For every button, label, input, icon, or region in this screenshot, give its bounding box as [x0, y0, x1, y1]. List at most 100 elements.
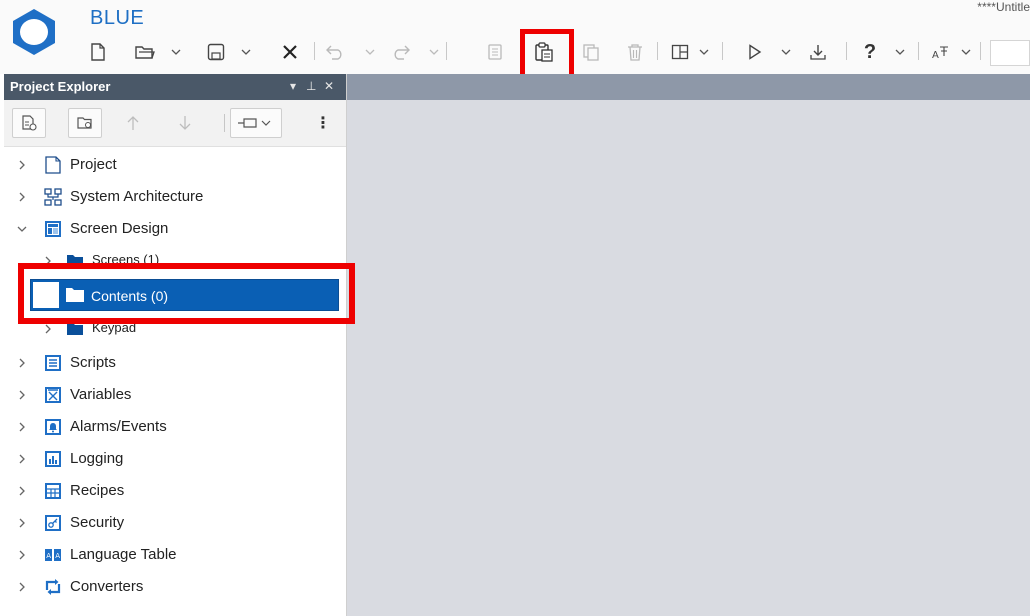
pin-icon[interactable]: ⊥ [306, 79, 316, 93]
open-button[interactable] [134, 38, 156, 66]
help-dropdown-icon[interactable] [894, 46, 906, 58]
tree-item-label: Recipes [70, 482, 125, 499]
delete-button[interactable] [626, 38, 644, 66]
panel-close-icon[interactable]: ✕ [324, 79, 334, 93]
copy-button[interactable] [486, 38, 504, 66]
chevron-right-icon[interactable] [16, 453, 28, 465]
separator [980, 42, 981, 60]
chevron-down-icon[interactable] [16, 223, 28, 235]
recipes-icon [45, 483, 61, 499]
layout-button[interactable] [670, 38, 690, 66]
tree-item-logging[interactable]: Logging [4, 444, 346, 474]
chevron-right-icon[interactable] [16, 357, 28, 369]
chevron-right-icon[interactable] [16, 421, 28, 433]
tree-item-converters[interactable]: Converters [4, 572, 346, 602]
scripts-icon [45, 355, 61, 371]
tree-item-label: Language Table [70, 546, 177, 563]
tree-item-language-table[interactable]: AA Language Table [4, 540, 346, 570]
tree-item-label: Security [70, 514, 125, 531]
open-icon [135, 46, 155, 59]
separator [846, 42, 847, 60]
chevron-right-icon[interactable] [16, 549, 28, 561]
run-dropdown-icon[interactable] [780, 46, 792, 58]
tree-item-screen-design[interactable]: Screen Design [4, 214, 346, 244]
add-item-button[interactable] [12, 108, 46, 138]
text-format-button[interactable]: A [930, 38, 950, 66]
filter-dropdown-button[interactable] [230, 108, 282, 138]
tree-item-alarms-events[interactable]: Alarms/Events [4, 412, 346, 442]
chevron-right-icon[interactable] [16, 389, 28, 401]
close-project-button[interactable] [280, 38, 300, 66]
redo-dropdown-icon[interactable] [428, 46, 440, 58]
help-icon: ? [863, 40, 877, 63]
move-up-button[interactable] [122, 108, 144, 138]
tree-item-label: System Architecture [70, 188, 204, 205]
logging-icon [45, 451, 61, 467]
arrow-up-icon [127, 116, 139, 130]
duplicate-icon [583, 44, 599, 61]
separator [657, 42, 658, 60]
duplicate-button[interactable] [582, 38, 600, 66]
save-icon [207, 43, 225, 61]
copy-icon [488, 44, 502, 60]
tree-item-label: Logging [70, 450, 124, 467]
document-title: ****Untitle [977, 0, 1030, 14]
converters-icon [45, 579, 61, 595]
app-name: BLUE [90, 7, 145, 29]
run-icon [749, 44, 762, 60]
title-bar: BLUE ****Untitle ? A [0, 0, 1030, 81]
tree-item-system-architecture[interactable]: System Architecture [4, 182, 346, 212]
undo-dropdown-icon[interactable] [364, 46, 376, 58]
close-icon [283, 45, 297, 59]
chevron-right-icon[interactable] [16, 581, 28, 593]
separator [722, 42, 723, 60]
separator [224, 114, 225, 132]
tree-item-label: Screen Design [70, 220, 169, 237]
layout-icon [671, 44, 689, 60]
workspace-area[interactable] [346, 74, 1030, 616]
explorer-title: Project Explorer [10, 79, 111, 94]
chevron-right-icon[interactable] [16, 517, 28, 529]
tree-item-variables[interactable]: Variables [4, 380, 346, 410]
alarm-icon [45, 419, 61, 435]
panel-menu-icon[interactable]: ▾ [290, 79, 296, 93]
connector-icon [238, 118, 271, 128]
run-button[interactable] [746, 38, 764, 66]
chevron-right-icon[interactable] [42, 323, 54, 335]
svg-text:A: A [932, 50, 939, 61]
add-folder-icon [77, 117, 92, 129]
text-format-dropdown-icon[interactable] [960, 46, 972, 58]
explorer-more-button[interactable]: ⋮ [315, 108, 331, 138]
help-button[interactable]: ? [860, 38, 880, 66]
toolbar-combo-box[interactable] [990, 40, 1030, 66]
new-button[interactable] [88, 38, 108, 66]
project-explorer-panel: Project Explorer ▾ ⊥ ✕ ⋮ Project System … [4, 74, 347, 616]
security-icon [45, 515, 61, 531]
variables-icon [45, 387, 61, 403]
undo-icon [326, 45, 342, 60]
add-folder-button[interactable] [68, 108, 102, 138]
open-dropdown-icon[interactable] [170, 46, 182, 58]
chevron-right-icon[interactable] [16, 485, 28, 497]
undo-button[interactable] [324, 38, 346, 66]
chevron-right-icon[interactable] [16, 191, 28, 203]
tree-item-recipes[interactable]: Recipes [4, 476, 346, 506]
download-icon [810, 45, 826, 60]
tree-item-security[interactable]: Security [4, 508, 346, 538]
tree-item-project[interactable]: Project [4, 150, 346, 180]
save-button[interactable] [206, 38, 226, 66]
new-icon [91, 43, 105, 61]
redo-button[interactable] [390, 38, 412, 66]
explorer-toolbar: ⋮ [4, 100, 346, 147]
separator [314, 42, 315, 60]
tree-item-scripts[interactable]: Scripts [4, 348, 346, 378]
move-down-button[interactable] [174, 108, 196, 138]
app-logo-icon [13, 9, 55, 55]
tree-item-label: Converters [70, 578, 144, 595]
document-icon [45, 156, 61, 174]
download-button[interactable] [808, 38, 828, 66]
tree-item-label: Variables [70, 386, 132, 403]
chevron-right-icon[interactable] [16, 159, 28, 171]
layout-dropdown-icon[interactable] [698, 46, 710, 58]
save-dropdown-icon[interactable] [240, 46, 252, 58]
